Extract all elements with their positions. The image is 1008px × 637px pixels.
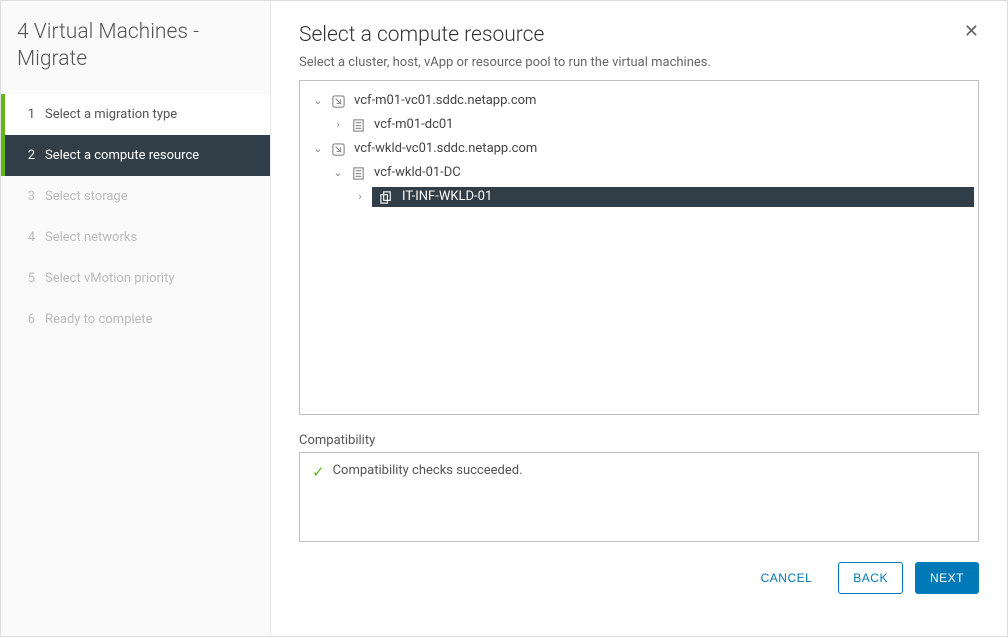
wizard-step-1[interactable]: 1 Select a migration type bbox=[1, 94, 270, 135]
wizard-step-3: 3 Select storage bbox=[1, 176, 270, 217]
step-label: Ready to complete bbox=[45, 312, 153, 327]
resource-tree[interactable]: ⌄ vcf-m01-vc01.sddc.netapp.com › vcf-m01… bbox=[299, 80, 979, 415]
compatibility-label: Compatibility bbox=[299, 433, 979, 448]
main-content: Select a compute resource ✕ Select a clu… bbox=[271, 1, 1007, 636]
wizard-step-6: 6 Ready to complete bbox=[1, 299, 270, 340]
step-label: Select networks bbox=[45, 230, 137, 245]
tree-node-vcenter[interactable]: ⌄ vcf-m01-vc01.sddc.netapp.com bbox=[304, 89, 974, 113]
compatibility-panel: ✓ Compatibility checks succeeded. bbox=[299, 452, 979, 542]
page-subtitle: Select a cluster, host, vApp or resource… bbox=[299, 55, 979, 70]
back-button[interactable]: BACK bbox=[838, 562, 903, 594]
cancel-button[interactable]: CANCEL bbox=[747, 563, 827, 593]
page-title: Select a compute resource bbox=[299, 23, 544, 47]
step-number: 6 bbox=[21, 312, 35, 327]
tree-label: vcf-m01-vc01.sddc.netapp.com bbox=[352, 91, 974, 111]
close-icon[interactable]: ✕ bbox=[964, 23, 979, 41]
next-button[interactable]: NEXT bbox=[915, 562, 979, 594]
wizard-step-2[interactable]: 2 Select a compute resource bbox=[1, 135, 270, 176]
chevron-down-icon[interactable]: ⌄ bbox=[312, 139, 324, 159]
tree-node-datacenter[interactable]: ⌄ vcf-wkld-01-DC bbox=[304, 161, 974, 185]
compatibility-message: Compatibility checks succeeded. bbox=[333, 463, 523, 478]
chevron-down-icon[interactable]: ⌄ bbox=[312, 91, 324, 111]
check-icon: ✓ bbox=[312, 463, 325, 481]
tree-label: vcf-wkld-01-DC bbox=[372, 163, 974, 183]
step-label: Select storage bbox=[45, 189, 128, 204]
tree-node-cluster[interactable]: › IT-INF-WKLD-01 bbox=[304, 185, 974, 209]
datacenter-icon bbox=[350, 117, 366, 133]
step-number: 5 bbox=[21, 271, 35, 286]
chevron-right-icon[interactable]: › bbox=[332, 115, 344, 135]
chevron-down-icon[interactable]: ⌄ bbox=[332, 163, 344, 183]
tree-label: IT-INF-WKLD-01 bbox=[400, 187, 974, 207]
step-label: Select a migration type bbox=[45, 107, 177, 122]
vcenter-icon bbox=[330, 93, 346, 109]
step-number: 4 bbox=[21, 230, 35, 245]
step-number: 3 bbox=[21, 189, 35, 204]
tree-label: vcf-m01-dc01 bbox=[372, 115, 974, 135]
wizard-sidebar: 4 Virtual Machines - Migrate 1 Select a … bbox=[1, 1, 271, 636]
step-label: Select a compute resource bbox=[45, 148, 199, 163]
wizard-step-5: 5 Select vMotion priority bbox=[1, 258, 270, 299]
vcenter-icon bbox=[330, 141, 346, 157]
wizard-footer: CANCEL BACK NEXT bbox=[299, 562, 979, 594]
tree-label: vcf-wkld-vc01.sddc.netapp.com bbox=[352, 139, 974, 159]
tree-node-datacenter[interactable]: › vcf-m01-dc01 bbox=[304, 113, 974, 137]
step-number: 2 bbox=[21, 148, 35, 163]
wizard-title: 4 Virtual Machines - Migrate bbox=[1, 19, 270, 94]
cluster-icon bbox=[378, 189, 394, 205]
chevron-right-icon[interactable]: › bbox=[354, 187, 366, 207]
datacenter-icon bbox=[350, 165, 366, 181]
step-label: Select vMotion priority bbox=[45, 271, 175, 286]
tree-node-vcenter[interactable]: ⌄ vcf-wkld-vc01.sddc.netapp.com bbox=[304, 137, 974, 161]
wizard-step-4: 4 Select networks bbox=[1, 217, 270, 258]
step-number: 1 bbox=[21, 107, 35, 122]
